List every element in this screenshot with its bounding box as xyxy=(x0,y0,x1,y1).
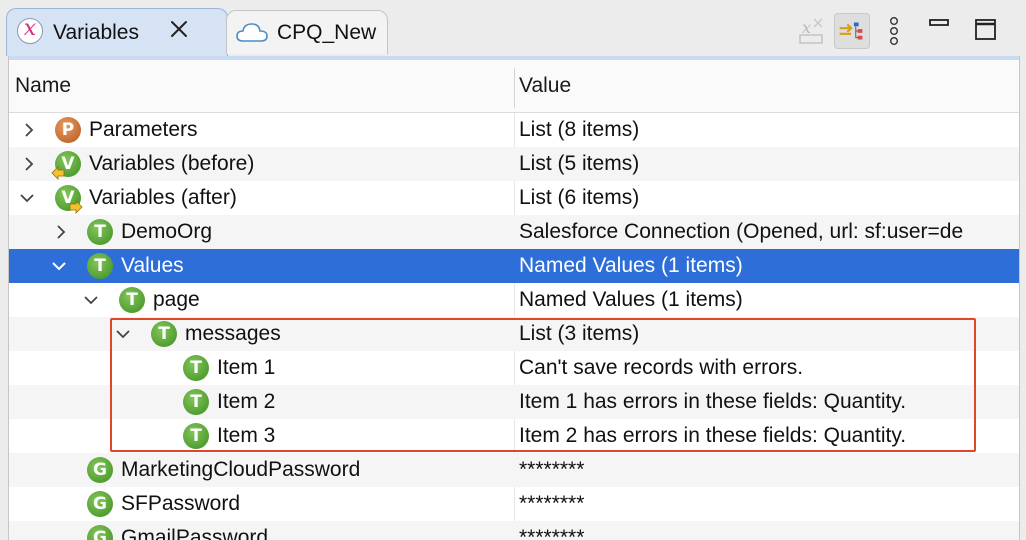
table-header: Name Value xyxy=(9,60,1019,113)
global-icon: G xyxy=(87,525,113,540)
global-icon: G xyxy=(87,457,113,483)
row-name: GmailPassword xyxy=(121,526,269,540)
tree-row-gmailpassword[interactable]: G GmailPassword ******** xyxy=(9,521,1019,540)
tree-row-item-2[interactable]: T Item 2 Item 1 has errors in these fiel… xyxy=(9,385,1019,419)
chevron-down-icon[interactable] xyxy=(115,326,131,342)
chevron-right-icon[interactable] xyxy=(21,122,37,138)
type-icon: T xyxy=(151,321,177,347)
tab-cpq-new-label: CPQ_New xyxy=(277,21,377,44)
tree-row-item-1[interactable]: T Item 1 Can't save records with errors. xyxy=(9,351,1019,385)
row-name: Variables (before) xyxy=(89,152,255,175)
chevron-right-icon[interactable] xyxy=(53,224,69,240)
tab-variables-label: Variables xyxy=(53,21,139,44)
tree-row-marketingcloudpassword[interactable]: G MarketingCloudPassword ******** xyxy=(9,453,1019,487)
cloud-icon xyxy=(236,23,268,42)
row-value: Named Values (1 items) xyxy=(519,254,743,277)
tree-row-parameters[interactable]: P Parameters List (8 items) xyxy=(9,113,1019,147)
row-name: Item 2 xyxy=(217,390,276,413)
row-value: List (5 items) xyxy=(519,152,640,175)
row-name: Variables (after) xyxy=(89,186,237,209)
row-value: ******** xyxy=(519,526,585,540)
row-name: SFPassword xyxy=(121,492,241,515)
variables-tree-table[interactable]: Name Value P Parameters List (8 items) V… xyxy=(8,56,1020,540)
type-icon: T xyxy=(183,423,209,449)
type-icon: T xyxy=(119,287,145,313)
chevron-down-icon[interactable] xyxy=(51,258,67,274)
chevron-down-icon[interactable] xyxy=(83,292,99,308)
maximize-icon[interactable] xyxy=(968,13,1004,49)
view-toolbar: x xyxy=(786,8,1026,56)
variables-before-icon: V xyxy=(51,151,81,180)
row-name: Item 3 xyxy=(217,424,276,447)
row-name: messages xyxy=(185,322,281,345)
tree-row-messages[interactable]: T messages List (3 items) xyxy=(9,317,1019,351)
tree-row-values[interactable]: T Values Named Values (1 items) xyxy=(9,249,1019,283)
row-value: Item 2 has errors in these fields: Quant… xyxy=(519,424,907,447)
tree-row-variables-before[interactable]: V Variables (before) List (5 items) xyxy=(9,147,1019,181)
row-name: Values xyxy=(121,254,184,277)
row-name: DemoOrg xyxy=(121,220,213,243)
tab-cpq-new[interactable]: CPQ_New xyxy=(226,10,388,54)
row-name: page xyxy=(153,288,200,311)
variables-x-icon: x xyxy=(17,18,43,44)
chevron-right-icon[interactable] xyxy=(21,156,37,172)
row-name: MarketingCloudPassword xyxy=(121,458,361,481)
parameter-icon: P xyxy=(55,117,81,143)
column-divider[interactable] xyxy=(514,68,515,108)
close-icon[interactable] xyxy=(167,17,191,41)
row-value: Item 1 has errors in these fields: Quant… xyxy=(519,390,907,413)
tree-rows: P Parameters List (8 items) V Variables … xyxy=(9,113,1019,540)
tree-row-page[interactable]: T page Named Values (1 items) xyxy=(9,283,1019,317)
global-icon: G xyxy=(87,491,113,517)
svg-text:x: x xyxy=(802,18,811,37)
arrow-left-icon xyxy=(51,166,65,180)
chevron-down-icon[interactable] xyxy=(19,190,35,206)
row-value: Salesforce Connection (Opened, url: sf:u… xyxy=(519,220,964,243)
row-value: ******** xyxy=(519,458,585,481)
row-value: List (6 items) xyxy=(519,186,640,209)
row-name: Item 1 xyxy=(217,356,276,379)
variables-view: x Variables CPQ_New x Name Value P Param… xyxy=(0,0,1026,540)
row-value: Can't save records with errors. xyxy=(519,356,804,379)
type-icon: T xyxy=(183,389,209,415)
row-value: Named Values (1 items) xyxy=(519,288,743,311)
minimize-icon[interactable] xyxy=(922,13,958,49)
row-name: Parameters xyxy=(89,118,198,141)
tree-row-demoorg[interactable]: T DemoOrg Salesforce Connection (Opened,… xyxy=(9,215,1019,249)
row-value: ******** xyxy=(519,492,585,515)
type-icon: T xyxy=(183,355,209,381)
type-icon: T xyxy=(87,219,113,245)
arrow-right-icon xyxy=(69,200,83,214)
row-value: List (3 items) xyxy=(519,322,640,345)
column-header-name[interactable]: Name xyxy=(15,74,71,98)
vertical-ellipsis-icon[interactable] xyxy=(876,13,912,49)
variables-after-icon: V xyxy=(55,185,83,214)
tab-variables[interactable]: x Variables xyxy=(6,8,228,56)
tab-bar: x Variables CPQ_New x xyxy=(0,0,1026,56)
tree-row-variables-after[interactable]: V Variables (after) List (6 items) xyxy=(9,181,1019,215)
collapse-tree-icon[interactable] xyxy=(834,13,870,49)
tree-row-item-3[interactable]: T Item 3 Item 2 has errors in these fiel… xyxy=(9,419,1019,453)
row-value: List (8 items) xyxy=(519,118,640,141)
type-icon: T xyxy=(87,253,113,279)
clear-variables-icon[interactable]: x xyxy=(794,13,830,49)
column-header-value[interactable]: Value xyxy=(519,74,571,98)
tree-row-sfpassword[interactable]: G SFPassword ******** xyxy=(9,487,1019,521)
